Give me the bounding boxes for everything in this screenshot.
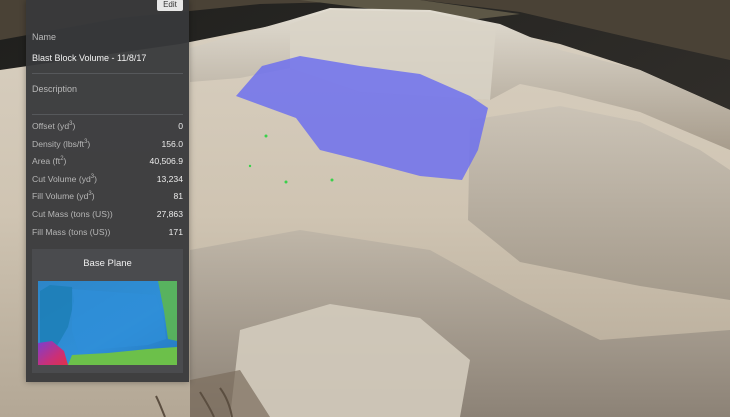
stat-value: 171 bbox=[168, 226, 183, 237]
base-plane-title: Base Plane bbox=[83, 258, 132, 269]
stat-label: Cut Mass (tons (US)) bbox=[32, 208, 113, 219]
stat-row-area: Area (ft2) 40,506.9 bbox=[32, 156, 183, 174]
edit-button[interactable]: Edit bbox=[157, 0, 183, 11]
volume-details-panel: Edit Name Blast Block Volume - 11/8/17 D… bbox=[26, 0, 189, 382]
stat-label: Area (ft2) bbox=[32, 156, 67, 167]
stat-label: Cut Volume (yd3) bbox=[32, 173, 97, 184]
stat-row-cut-volume: Cut Volume (yd3) 13,234 bbox=[32, 174, 183, 192]
stat-label: Fill Volume (yd3) bbox=[32, 191, 95, 202]
stat-value: 40,506.9 bbox=[149, 156, 183, 167]
name-label: Name bbox=[32, 32, 57, 42]
survey-marker[interactable] bbox=[330, 178, 334, 182]
survey-marker[interactable] bbox=[264, 134, 268, 138]
stat-label: Density (lbs/ft3) bbox=[32, 138, 91, 149]
stat-row-density: Density (lbs/ft3) 156.0 bbox=[32, 139, 183, 157]
base-plane-card: Base Plane bbox=[32, 249, 183, 373]
volume-stats: Offset (yd3) 0 Density (lbs/ft3) 156.0 A… bbox=[32, 121, 183, 244]
description-label: Description bbox=[32, 84, 78, 94]
stat-row-fill-mass: Fill Mass (tons (US)) 171 bbox=[32, 227, 183, 245]
survey-marker[interactable] bbox=[248, 164, 252, 168]
divider bbox=[32, 114, 183, 115]
stat-row-offset: Offset (yd3) 0 bbox=[32, 121, 183, 139]
name-value[interactable]: Blast Block Volume - 11/8/17 bbox=[32, 53, 146, 63]
stat-row-cut-mass: Cut Mass (tons (US)) 27,863 bbox=[32, 209, 183, 227]
stat-value: 0 bbox=[178, 121, 183, 131]
base-plane-heatmap[interactable] bbox=[38, 281, 177, 365]
stat-label: Offset (yd3) bbox=[32, 121, 76, 131]
stat-value: 81 bbox=[173, 191, 183, 202]
stat-label: Fill Mass (tons (US)) bbox=[32, 226, 111, 237]
stat-value: 156.0 bbox=[161, 138, 183, 149]
stat-value: 13,234 bbox=[156, 173, 183, 184]
stat-value: 27,863 bbox=[156, 208, 183, 219]
survey-marker[interactable] bbox=[284, 180, 288, 184]
stat-row-fill-volume: Fill Volume (yd3) 81 bbox=[32, 191, 183, 209]
divider bbox=[32, 73, 183, 74]
